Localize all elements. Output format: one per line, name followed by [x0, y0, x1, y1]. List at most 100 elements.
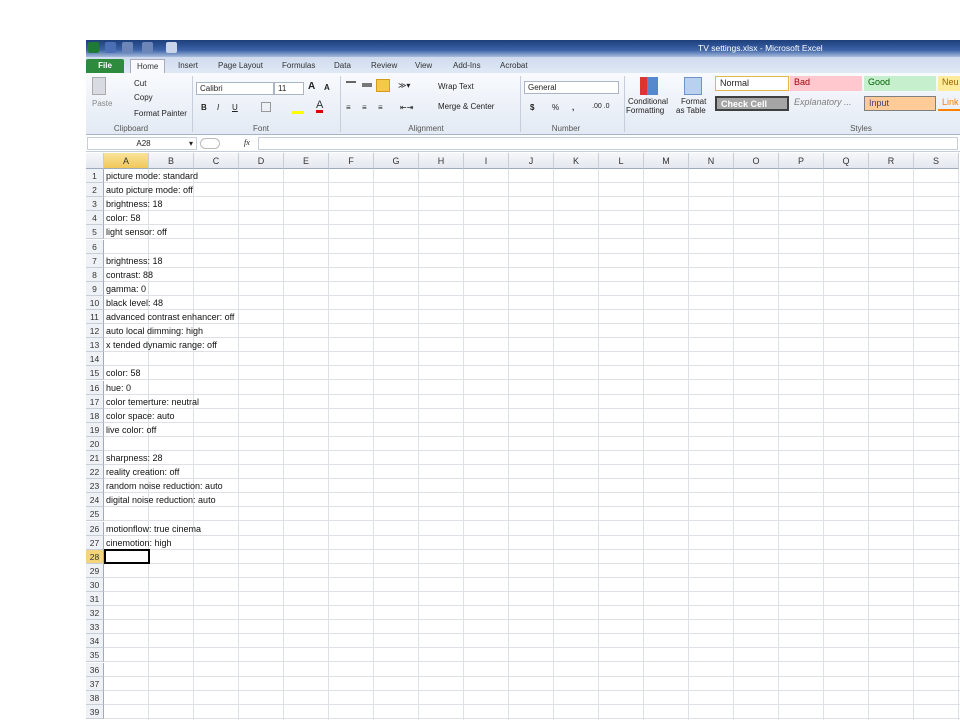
row-header-12[interactable]: 12 — [86, 324, 104, 339]
style-linked-cell[interactable]: Link — [938, 96, 960, 111]
bold-button[interactable]: B — [201, 103, 207, 112]
row-header-13[interactable]: 13 — [86, 338, 104, 353]
row-header-32[interactable]: 32 — [86, 606, 104, 621]
tab-insert[interactable]: Insert — [172, 59, 204, 73]
cell-A24[interactable]: digital noise reduction: auto — [104, 493, 216, 507]
row-header-19[interactable]: 19 — [86, 422, 104, 437]
row-header-8[interactable]: 8 — [86, 267, 104, 282]
font-color-icon[interactable]: A — [316, 100, 324, 113]
save-icon[interactable] — [105, 42, 116, 53]
cell-A9[interactable]: gamma: 0 — [104, 282, 146, 296]
borders-icon[interactable] — [261, 102, 271, 112]
bottom-align-icon[interactable] — [376, 79, 390, 92]
italic-button[interactable]: I — [217, 103, 219, 112]
active-cell-A28[interactable] — [104, 548, 150, 564]
tab-formulas[interactable]: Formulas — [276, 59, 321, 73]
cell-A6[interactable] — [104, 240, 106, 254]
row-header-14[interactable]: 14 — [86, 352, 104, 367]
cut-button[interactable]: Cut — [134, 79, 146, 88]
row-header-18[interactable]: 18 — [86, 408, 104, 423]
column-header-G[interactable]: G — [374, 153, 419, 169]
cell-A1[interactable]: picture mode: standard — [104, 169, 198, 183]
row-header-34[interactable]: 34 — [86, 634, 104, 649]
cell-A19[interactable]: live color: off — [104, 423, 156, 437]
column-header-D[interactable]: D — [239, 153, 284, 169]
tab-view[interactable]: View — [409, 59, 438, 73]
style-good[interactable]: Good — [864, 76, 936, 91]
cell-A22[interactable]: reality creation: off — [104, 465, 179, 479]
cell-A5[interactable]: light sensor: off — [104, 225, 167, 239]
row-header-3[interactable]: 3 — [86, 197, 104, 212]
row-header-6[interactable]: 6 — [86, 239, 104, 254]
cell-A8[interactable]: contrast: 88 — [104, 268, 153, 282]
row-header-16[interactable]: 16 — [86, 380, 104, 395]
conditional-formatting-icon[interactable] — [640, 77, 658, 95]
row-header-29[interactable]: 29 — [86, 563, 104, 578]
cell-A26[interactable]: motionflow: true cinema — [104, 522, 201, 536]
top-align-icon[interactable] — [346, 81, 356, 86]
grow-font-icon[interactable]: A — [308, 81, 315, 92]
merge-center-button[interactable]: Merge & Center — [438, 102, 494, 111]
column-header-L[interactable]: L — [599, 153, 644, 169]
column-header-O[interactable]: O — [734, 153, 779, 169]
row-header-9[interactable]: 9 — [86, 281, 104, 296]
middle-align-icon[interactable] — [362, 83, 372, 87]
row-header-20[interactable]: 20 — [86, 436, 104, 451]
tab-acrobat[interactable]: Acrobat — [494, 59, 534, 73]
row-header-38[interactable]: 38 — [86, 690, 104, 705]
wrap-text-button[interactable]: Wrap Text — [438, 82, 474, 91]
paste-button[interactable]: Paste — [92, 99, 112, 108]
cell-A17[interactable]: color temerture: neutral — [104, 395, 199, 409]
cell-A4[interactable]: color: 58 — [104, 211, 141, 225]
column-header-S[interactable]: S — [914, 153, 959, 169]
column-header-E[interactable]: E — [284, 153, 329, 169]
style-check-cell[interactable]: Check Cell — [715, 96, 789, 111]
cell-A3[interactable]: brightness: 18 — [104, 197, 163, 211]
decimal-icons[interactable]: .00 .0 — [592, 103, 610, 110]
row-header-27[interactable]: 27 — [86, 535, 104, 550]
tab-data[interactable]: Data — [328, 59, 357, 73]
row-header-23[interactable]: 23 — [86, 479, 104, 494]
column-header-Q[interactable]: Q — [824, 153, 869, 169]
format-as-table-icon[interactable] — [684, 77, 702, 95]
format-as-table-button-2[interactable]: as Table — [676, 106, 706, 115]
copy-button[interactable]: Copy — [134, 93, 153, 102]
name-box[interactable]: A28 — [87, 137, 197, 150]
cell-A14[interactable] — [104, 352, 106, 366]
row-header-17[interactable]: 17 — [86, 394, 104, 409]
row-header-28[interactable]: 28 — [86, 549, 104, 564]
row-header-1[interactable]: 1 — [86, 169, 104, 184]
cell-A23[interactable]: random noise reduction: auto — [104, 479, 223, 493]
align-center-icon[interactable]: ≡ — [362, 103, 367, 112]
cell-A15[interactable]: color: 58 — [104, 366, 141, 380]
redo-icon[interactable] — [142, 42, 153, 53]
row-header-2[interactable]: 2 — [86, 183, 104, 198]
tab-page-layout[interactable]: Page Layout — [212, 59, 269, 73]
insert-function-button[interactable]: fx — [244, 138, 250, 147]
column-header-I[interactable]: I — [464, 153, 509, 169]
align-left-icon[interactable]: ≡ — [346, 103, 351, 112]
format-as-table-button[interactable]: Format — [681, 97, 706, 106]
select-all-corner[interactable] — [86, 153, 104, 169]
print-preview-icon[interactable] — [166, 42, 177, 53]
font-size-select[interactable]: 11 — [274, 82, 304, 95]
cell-A13[interactable]: x tended dynamic range: off — [104, 338, 217, 352]
comma-button[interactable]: , — [572, 103, 574, 112]
name-box-dropdown-icon[interactable]: ▾ — [189, 139, 193, 148]
conditional-formatting-button-2[interactable]: Formatting — [626, 106, 664, 115]
column-header-F[interactable]: F — [329, 153, 374, 169]
row-header-5[interactable]: 5 — [86, 225, 104, 240]
row-header-26[interactable]: 26 — [86, 521, 104, 536]
paste-icon[interactable] — [92, 77, 106, 95]
cell-A18[interactable]: color space: auto — [104, 409, 175, 423]
row-header-10[interactable]: 10 — [86, 295, 104, 310]
column-header-B[interactable]: B — [149, 153, 194, 169]
conditional-formatting-button[interactable]: Conditional — [628, 97, 668, 106]
cell-A16[interactable]: hue: 0 — [104, 381, 131, 395]
orientation-icon[interactable]: ≫▾ — [398, 81, 410, 90]
row-header-35[interactable]: 35 — [86, 648, 104, 663]
cell-A2[interactable]: auto picture mode: off — [104, 183, 193, 197]
shrink-font-icon[interactable]: A — [324, 83, 330, 92]
tab-file[interactable]: File — [86, 59, 124, 73]
format-painter-button[interactable]: Format Painter — [134, 109, 187, 118]
